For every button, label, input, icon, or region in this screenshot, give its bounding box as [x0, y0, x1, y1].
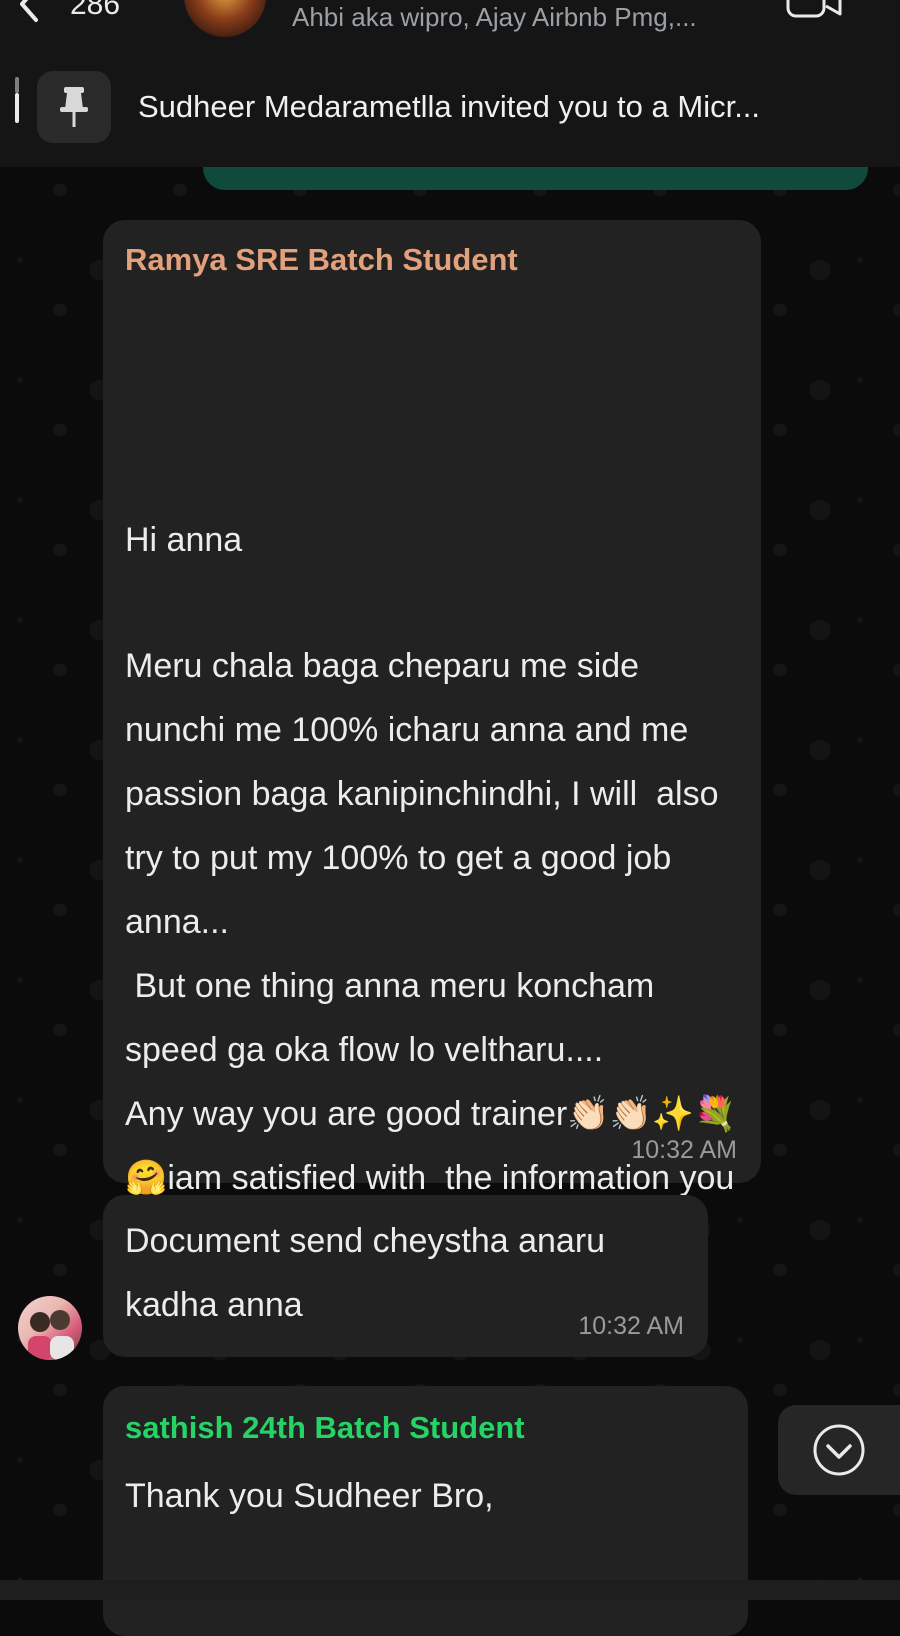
chevron-left-icon[interactable] [8, 0, 48, 24]
message-time: 10:32 AM [631, 1136, 737, 1164]
message-time: 10:32 AM [578, 1312, 684, 1340]
group-avatar[interactable] [184, 0, 266, 37]
pinned-text[interactable]: Sudheer Medarametlla invited you to a Mi… [138, 89, 760, 125]
message-first-line: Hi anna [125, 521, 243, 559]
pin-indicator [15, 77, 19, 159]
chevron-down-circle-icon [813, 1424, 865, 1476]
bottom-bar [0, 1580, 900, 1600]
group-members[interactable]: Ahbi aka wipro, Ajay Airbnb Pmg,... [292, 2, 697, 33]
avatar[interactable] [18, 1296, 82, 1360]
scroll-to-bottom-button[interactable] [778, 1405, 900, 1495]
sender-name[interactable]: sathish 24th Batch Student [125, 1410, 525, 1446]
message-bubble[interactable]: Ramya SRE Batch Student Hi anna Meru cha… [103, 220, 761, 1325]
message-bubble[interactable]: Document send cheystha anaru kadha anna … [103, 1195, 708, 1357]
message-text: Thank you Sudheer Bro, [125, 1477, 494, 1515]
video-call-icon[interactable] [786, 0, 842, 20]
unread-count[interactable]: 286 [70, 0, 120, 22]
sender-name[interactable]: Ramya SRE Batch Student [125, 242, 518, 278]
chat-header: 286 Ahbi aka wipro, Ajay Airbnb Pmg,... [0, 0, 900, 45]
pin-icon [37, 71, 111, 143]
pinned-message-bar[interactable]: Sudheer Medarametlla invited you to a Mi… [0, 45, 900, 167]
